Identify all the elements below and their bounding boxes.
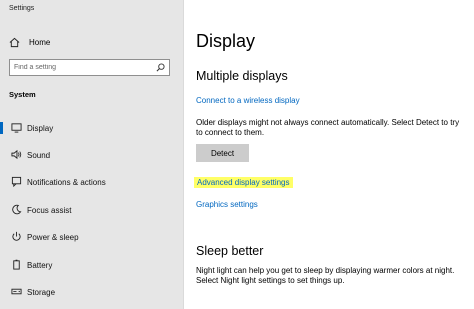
power-icon <box>11 231 22 242</box>
advanced-display-settings-link[interactable]: Advanced display settings <box>194 177 293 188</box>
battery-icon <box>11 259 22 270</box>
home-label: Home <box>29 37 51 47</box>
sidebar-item-label: Sound <box>27 150 51 160</box>
graphics-settings-link[interactable]: Graphics settings <box>196 200 258 209</box>
monitor-icon <box>11 122 22 133</box>
sidebar-item-label: Power & sleep <box>27 232 79 242</box>
multiple-displays-info: Older displays might not always connect … <box>196 118 460 137</box>
sidebar-item-label: Storage <box>27 287 56 297</box>
moon-icon <box>11 204 22 215</box>
home-icon <box>9 37 20 48</box>
speaker-icon <box>11 149 22 160</box>
sidebar-item-storage[interactable]: Storage <box>0 281 183 303</box>
sidebar-item-battery[interactable]: Battery <box>0 254 183 276</box>
sidebar-item-notifications[interactable]: Notifications & actions <box>0 171 183 193</box>
section-label-system: System <box>9 90 36 99</box>
page-title: Display <box>196 31 256 51</box>
sidebar-item-focus-assist[interactable]: Focus assist <box>0 199 183 221</box>
sidebar-item-label: Notifications & actions <box>27 177 106 187</box>
sleep-better-info: Night light can help you get to sleep by… <box>196 266 455 285</box>
sidebar-item-label: Battery <box>27 260 53 270</box>
sidebar: Settings Home System Display Sound Notif… <box>0 0 183 309</box>
sidebar-item-home[interactable]: Home <box>9 35 169 49</box>
sidebar-item-power-sleep[interactable]: Power & sleep <box>0 226 183 248</box>
sidebar-item-label: Display <box>27 123 54 133</box>
advanced-display-settings-label: Advanced display settings <box>194 177 293 188</box>
active-indicator <box>0 122 3 134</box>
notifications-icon <box>11 176 22 187</box>
window-title: Settings <box>9 5 35 12</box>
detect-button[interactable]: Detect <box>196 144 249 162</box>
search-input[interactable] <box>10 64 154 71</box>
sidebar-item-label: Focus assist <box>27 205 72 215</box>
storage-icon <box>11 286 22 297</box>
section-heading-multiple-displays: Multiple displays <box>196 69 288 83</box>
connect-wireless-display-link[interactable]: Connect to a wireless display <box>196 96 300 105</box>
section-heading-sleep-better: Sleep better <box>196 244 264 258</box>
search-box <box>9 59 170 76</box>
sidebar-item-display[interactable]: Display <box>0 117 183 139</box>
main-content: Display Multiple displays Connect to a w… <box>184 0 474 309</box>
sidebar-item-sound[interactable]: Sound <box>0 144 183 166</box>
search-icon[interactable] <box>154 62 166 74</box>
